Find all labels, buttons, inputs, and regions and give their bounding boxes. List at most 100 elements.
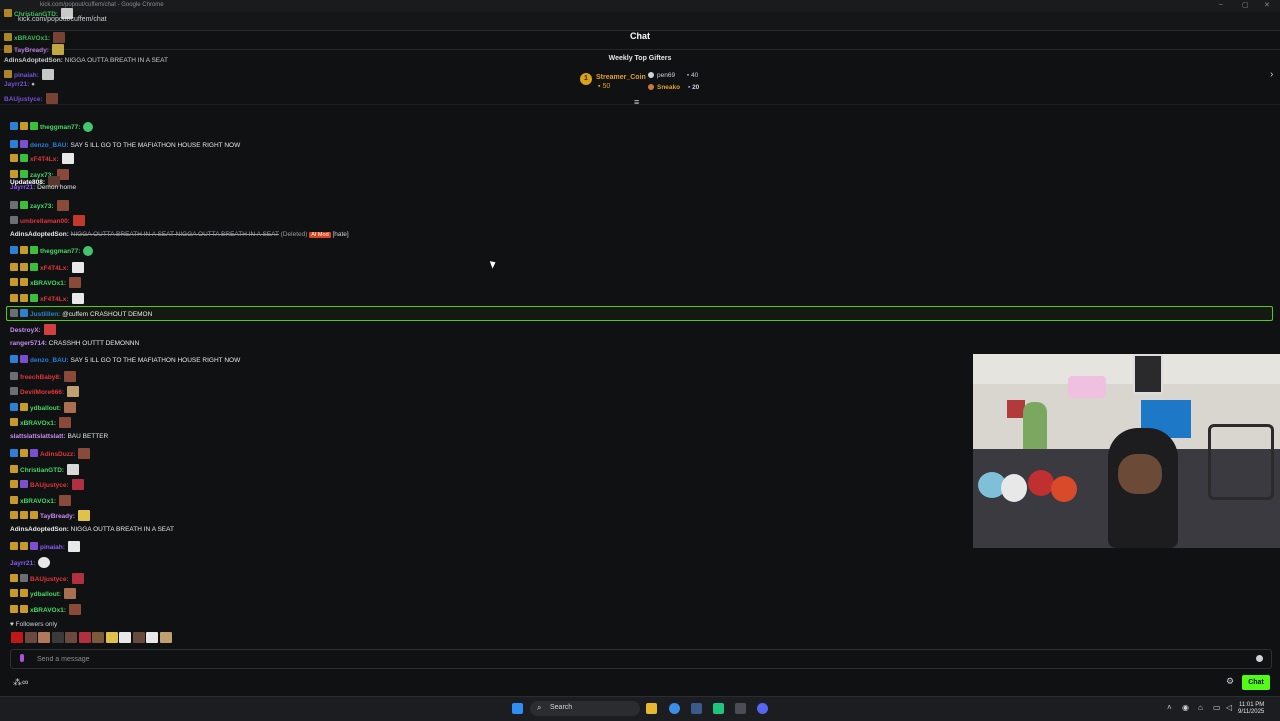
emote-icon (64, 402, 77, 413)
emote-icon (64, 371, 77, 382)
chat-message[interactable]: xBRAVOx1: (10, 604, 82, 615)
emote-bar[interactable] (11, 632, 173, 645)
chat-message[interactable]: xF4T4Lx: (10, 153, 74, 164)
chat-message[interactable]: AdinsDuzz: (10, 448, 91, 459)
app-icon[interactable] (713, 703, 724, 714)
chat-message[interactable]: freechBaby8: (10, 371, 77, 382)
chat-message[interactable]: AdinsAdoptedSon: NIGGA OUTTA BREATH IN A… (10, 526, 174, 533)
poster-frame (1133, 354, 1163, 394)
gear-icon[interactable]: ⚙ (1226, 676, 1234, 687)
chat-message[interactable]: denzo_BAU: SAY 5 ILL GO TO THE MAFIATHON… (10, 355, 240, 364)
emote-icon[interactable] (132, 632, 145, 643)
chat-message[interactable]: denzo_BAU: SAY 5 ILL GO TO THE MAFIATHON… (10, 140, 240, 149)
emote-icon[interactable] (78, 632, 91, 643)
address-bar[interactable]: kick.com/popout/cuffem/chat (0, 12, 1280, 31)
chat-message[interactable]: TayBready: (10, 510, 90, 521)
chat-message[interactable]: DevilMore666: (10, 386, 80, 397)
emoji-icon[interactable] (1256, 655, 1263, 662)
emote-icon (69, 604, 82, 615)
badge-icon (30, 449, 38, 457)
bronze-medal-icon (648, 84, 654, 90)
chat-message[interactable]: Jayrr21: Demon home (10, 184, 76, 191)
emote-icon[interactable] (119, 632, 131, 643)
emote-icon[interactable] (159, 632, 172, 643)
emote-icon[interactable] (146, 632, 158, 643)
maximize-icon[interactable]: ▢ (1242, 1, 1249, 9)
chevron-right-icon[interactable]: › (1270, 69, 1273, 80)
chat-message[interactable]: xBRAVOx1: (10, 417, 72, 428)
chat-message-mention[interactable]: Justlillen: @cuffem CRASHOUT DEMON (10, 309, 152, 318)
top-gifter[interactable]: 1 Streamer_Coin ▪ 50 (580, 73, 646, 90)
chat-message[interactable]: xBRAVOx1: (10, 277, 82, 288)
chat-message[interactable]: slattslattslattslatt: BAU BETTER (10, 433, 108, 440)
chat-message[interactable]: BAUjustyce: (10, 573, 84, 584)
chat-message[interactable]: zayx73: (10, 200, 69, 211)
clock-date: 9/11/2025 (1238, 709, 1265, 715)
badge-icon (4, 9, 12, 17)
message-input-box[interactable] (10, 649, 1272, 669)
discord-icon[interactable] (757, 703, 768, 714)
emote-icon (78, 448, 91, 459)
chat-message[interactable]: ydballout: (10, 588, 77, 599)
chat-message[interactable]: xBRAVOx1: (10, 495, 72, 506)
network-icon[interactable]: ⌂ (1198, 703, 1203, 712)
chat-message-deleted[interactable]: AdinsAdoptedSon: NIGGA OUTTA BREATH IN A… (10, 231, 349, 238)
wall-art (973, 354, 1280, 384)
chat-message[interactable]: theggman77: (10, 246, 94, 256)
chat-message[interactable]: xF4T4Lx: (10, 293, 84, 304)
emote-icon[interactable] (51, 632, 64, 643)
badge-icon (20, 355, 28, 363)
display-icon[interactable]: ▭ (1213, 703, 1221, 712)
badge-icon (10, 418, 18, 426)
alien-figure (1023, 402, 1047, 452)
badge-icon (10, 201, 18, 209)
emote-icon (56, 200, 69, 211)
chat-message[interactable]: theggman77: (10, 122, 94, 132)
badge-icon (20, 294, 28, 302)
badge-icon (10, 154, 18, 162)
badge-icon (20, 246, 28, 254)
emote-icon[interactable] (24, 632, 37, 643)
badge-icon (10, 589, 18, 597)
second-gifter[interactable]: pen69 ▪ 40 (648, 72, 698, 79)
chrome-icon[interactable] (669, 703, 680, 714)
message-input[interactable] (35, 652, 1239, 666)
chat-message[interactable]: ChristianGTD: (10, 464, 80, 475)
infinity-icon[interactable]: ⁂∞ (13, 677, 28, 688)
overlay-message: Jayrr21: ● (4, 81, 36, 88)
tray-icon[interactable]: ◉ (1182, 703, 1189, 712)
emote-icon[interactable] (92, 632, 104, 643)
plush-toy (1051, 476, 1077, 502)
send-chat-button[interactable]: Chat (1242, 675, 1270, 690)
chevron-up-icon[interactable]: ˄ (1167, 703, 1172, 712)
third-gifter[interactable]: Sneako ▪ 20 (648, 84, 699, 91)
app-icon[interactable] (735, 703, 746, 714)
taskbar-search[interactable]: ⌕ Search (530, 701, 640, 716)
file-explorer-icon[interactable] (646, 703, 657, 714)
emote-icon[interactable] (105, 632, 118, 643)
second-gifter-count: 40 (691, 72, 699, 79)
minimize-icon[interactable]: – (1219, 1, 1223, 8)
taskbar-clock[interactable]: 11:01 PM 9/11/2025 (1238, 702, 1264, 716)
chat-message[interactable]: umbrellaman00: (10, 215, 85, 226)
windows-start-icon[interactable] (512, 703, 523, 714)
emote-icon[interactable] (38, 632, 50, 643)
emote-icon[interactable] (11, 632, 23, 643)
chat-message[interactable]: ranger5714: CRASSHH OUTTT DEMONNN (10, 340, 139, 347)
heart-icon: ♥ (10, 621, 14, 628)
microphone-icon[interactable] (20, 654, 24, 662)
emote-icon[interactable] (65, 632, 77, 643)
badge-icon (20, 511, 28, 519)
stream-preview[interactable] (973, 354, 1280, 548)
chat-message[interactable]: pinaiah: (10, 541, 80, 552)
collapse-icon[interactable]: ≡ (634, 97, 639, 107)
chat-message[interactable]: ydballout: (10, 402, 77, 413)
chat-message[interactable]: DestroyX: (10, 324, 56, 335)
chat-message[interactable]: xF4T4Lx: (10, 262, 84, 273)
steam-icon[interactable] (691, 703, 702, 714)
chat-message[interactable]: Jayrr21: (10, 557, 51, 568)
chat-message[interactable]: BAUjustyce: (10, 479, 84, 490)
close-icon[interactable]: ✕ (1264, 1, 1270, 9)
third-gifter-count: 20 (692, 84, 700, 91)
volume-icon[interactable]: ◁ (1226, 703, 1232, 712)
